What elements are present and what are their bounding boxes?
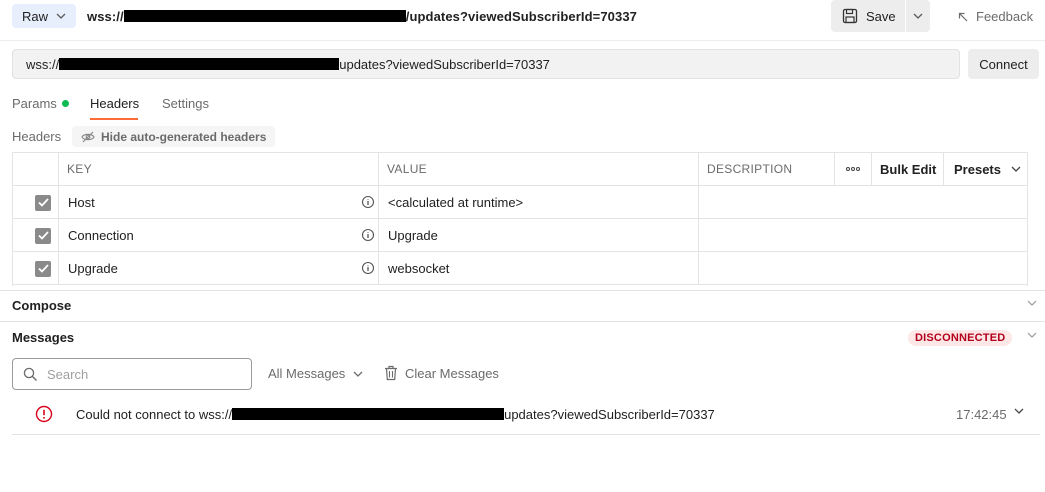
more-options-button[interactable] (835, 153, 872, 186)
message-text: Could not connect to wss:// updates?viewe… (76, 407, 715, 422)
checkbox[interactable] (35, 227, 51, 244)
table-row: Upgrade websocket (13, 252, 1027, 285)
compose-panel-header[interactable] (0, 290, 1045, 322)
redacted-block (232, 408, 505, 420)
chevron-down-icon[interactable] (1027, 332, 1037, 338)
checkbox[interactable] (35, 260, 51, 277)
compose-title: Compose (12, 298, 72, 313)
row-checkbox[interactable] (13, 186, 59, 219)
check-icon (37, 198, 49, 207)
value-text: <calculated at runtime> (388, 195, 524, 210)
feedback-label: Feedback (976, 9, 1034, 24)
search-input[interactable] (47, 366, 237, 382)
tab-headers-label: Headers (90, 96, 140, 111)
presets-label: Presets (954, 161, 1001, 177)
value-cell[interactable]: Upgrade (379, 219, 699, 252)
title-prefix: wss:// (87, 9, 124, 24)
value-cell[interactable]: websocket (379, 252, 699, 285)
save-options-button[interactable] (906, 0, 930, 32)
row-checkbox[interactable] (13, 252, 59, 285)
column-header-key: KEY (59, 153, 379, 186)
tab-params[interactable]: Params (12, 96, 69, 120)
message-search-box[interactable] (12, 358, 252, 390)
tab-settings-label: Settings (162, 96, 209, 111)
message-text-suffix: updates?viewedSubscriberId=70337 (504, 407, 715, 422)
chevron-down-icon[interactable] (1027, 300, 1037, 306)
raw-mode-label: Raw (22, 8, 49, 24)
checkbox[interactable] (35, 194, 51, 211)
key-cell[interactable]: Connection (59, 219, 379, 252)
check-icon (37, 231, 49, 240)
key-text: Upgrade (68, 261, 118, 276)
chevron-down-icon (56, 13, 66, 19)
description-cell[interactable] (699, 186, 1027, 219)
tab-params-label: Params (12, 96, 57, 111)
eye-off-icon (81, 131, 95, 142)
chevron-down-icon[interactable] (1014, 408, 1024, 414)
connect-button[interactable]: Connect (968, 49, 1039, 79)
hide-auto-generated-button[interactable]: Hide auto-generated headers (72, 126, 276, 147)
value-cell[interactable]: <calculated at runtime> (379, 186, 699, 219)
headers-section-label: Headers (12, 129, 62, 144)
tab-headers[interactable]: Headers (90, 96, 140, 120)
request-title: wss:// /updates?viewedSubscriberId=70337 (87, 9, 637, 24)
clear-label: Clear Messages (405, 365, 499, 381)
bulk-edit-button[interactable]: Bulk Edit (872, 153, 944, 186)
checkbox-column-header (13, 153, 59, 186)
url-suffix: updates?viewedSubscriberId=70337 (339, 56, 550, 72)
table-row: Host <calculated at runtime> (13, 186, 1027, 219)
column-header-description: DESCRIPTION (699, 153, 835, 186)
check-icon (37, 264, 49, 273)
value-text: Upgrade (388, 228, 438, 243)
table-row: Connection Upgrade (13, 219, 1027, 252)
key-text: Connection (68, 228, 134, 243)
redacted-block (123, 10, 406, 22)
presets-dropdown[interactable]: Presets (944, 153, 1027, 186)
feedback-link[interactable]: Feedback (958, 9, 1033, 24)
chevron-down-icon (353, 371, 363, 377)
key-text: Host (68, 195, 95, 210)
save-icon (842, 8, 858, 24)
messages-title: Messages (12, 330, 75, 345)
info-icon[interactable] (361, 195, 375, 209)
info-icon[interactable] (361, 228, 375, 242)
status-badge: DISCONNECTED (908, 330, 1013, 346)
error-icon (35, 405, 53, 423)
title-suffix: /updates?viewedSubscriberId=70337 (405, 9, 637, 24)
save-button[interactable]: Save (831, 0, 905, 32)
search-icon (23, 367, 37, 381)
message-timestamp: 17:42:45 (956, 407, 1007, 422)
clear-messages-button[interactable]: Clear Messages (384, 365, 499, 381)
arrow-up-left-icon (958, 12, 968, 21)
redacted-block (59, 58, 340, 70)
tab-settings[interactable]: Settings (162, 96, 209, 120)
filter-label: All Messages (268, 366, 346, 381)
url-prefix: wss:// (26, 56, 60, 72)
message-filter-dropdown[interactable]: All Messages (268, 366, 363, 381)
key-cell[interactable]: Host (59, 186, 379, 219)
hide-auto-label: Hide auto-generated headers (101, 129, 267, 144)
description-cell[interactable] (699, 252, 1027, 285)
save-label: Save (866, 8, 896, 24)
more-dots-icon (846, 167, 860, 171)
headers-table: KEY VALUE DESCRIPTION Bulk Edit Presets … (12, 152, 1028, 286)
column-header-value: VALUE (379, 153, 699, 186)
trash-icon (385, 365, 397, 381)
url-input[interactable]: wss:// updates?viewedSubscriberId=70337 (12, 49, 960, 79)
raw-mode-dropdown[interactable]: Raw (12, 4, 77, 28)
chevron-down-icon (1011, 166, 1021, 172)
row-checkbox[interactable] (13, 219, 59, 252)
chevron-down-icon (913, 13, 923, 19)
status-dot (61, 100, 69, 107)
message-text-prefix: Could not connect to wss:// (76, 407, 233, 422)
description-cell[interactable] (699, 219, 1027, 252)
info-icon[interactable] (361, 261, 375, 275)
value-text: websocket (388, 261, 450, 276)
key-cell[interactable]: Upgrade (59, 252, 379, 285)
